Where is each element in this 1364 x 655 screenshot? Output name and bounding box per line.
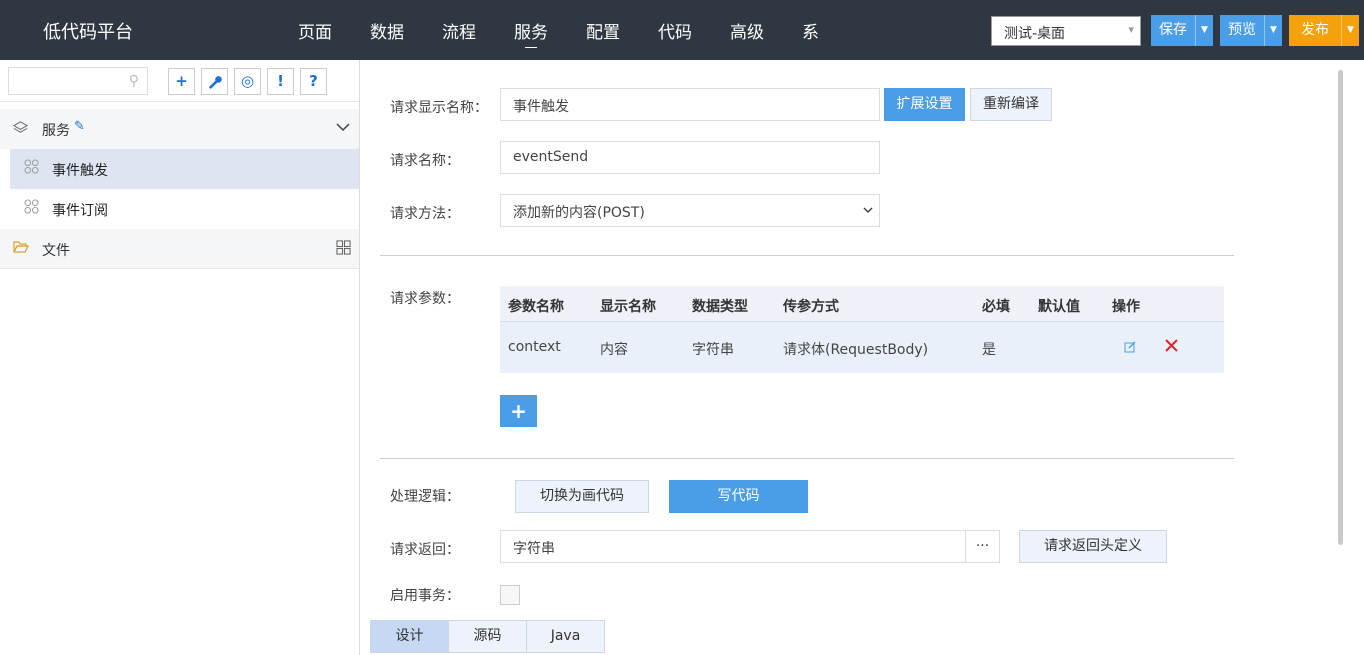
request-method-label: 请求方法： bbox=[390, 206, 460, 222]
nav-item-code[interactable]: 代码 bbox=[658, 18, 692, 43]
column-header: 操作 bbox=[1112, 299, 1140, 315]
column-header: 默认值 bbox=[1038, 299, 1080, 315]
save-dropdown-caret-icon[interactable]: ▼ bbox=[1195, 15, 1213, 46]
tab-source[interactable]: 源码 bbox=[448, 620, 527, 653]
sidebar-toolbar: ⚲ + ◎ ! ? bbox=[0, 60, 359, 102]
add-icon[interactable]: + bbox=[168, 68, 195, 95]
env-select[interactable]: 测试-桌面 ▾ bbox=[991, 16, 1141, 46]
param-name-cell: context bbox=[508, 339, 561, 355]
service-node-icon bbox=[24, 199, 39, 218]
divider bbox=[0, 268, 359, 269]
tab-java[interactable]: Java bbox=[526, 620, 605, 653]
add-param-button[interactable]: + bbox=[500, 395, 537, 427]
chevron-down-icon[interactable] bbox=[335, 119, 351, 139]
return-label: 请求返回： bbox=[390, 542, 460, 558]
column-header: 传参方式 bbox=[783, 299, 839, 315]
nav-item-service[interactable]: 服务 bbox=[514, 18, 548, 48]
top-bar: 低代码平台 页面 数据 流程 服务 配置 代码 高级系 测试-桌面 ▾ 保存 ▼ 预览 ▼ … bbox=[0, 0, 1364, 60]
publish-split-button: 发布 ▼ bbox=[1289, 15, 1359, 46]
recompile-button[interactable]: 重新编译 bbox=[970, 88, 1052, 121]
preview-button[interactable]: 预览 bbox=[1220, 15, 1264, 46]
request-method-select[interactable]: 添加新的内容(POST) bbox=[500, 194, 880, 227]
logic-label: 处理逻辑： bbox=[390, 489, 460, 505]
transaction-checkbox[interactable] bbox=[500, 585, 520, 605]
tree-group-service[interactable]: 服务 ✎ bbox=[0, 109, 359, 149]
save-button[interactable]: 保存 bbox=[1151, 15, 1195, 46]
search-icon: ⚲ bbox=[128, 73, 139, 89]
alert-icon[interactable]: ! bbox=[267, 68, 294, 95]
return-type-input[interactable]: 字符串 bbox=[500, 530, 966, 563]
publish-dropdown-caret-icon[interactable]: ▼ bbox=[1341, 15, 1359, 46]
help-icon[interactable]: ? bbox=[300, 68, 327, 95]
table-header: 参数名称 显示名称 数据类型 传参方式 必填 默认值 操作 bbox=[500, 286, 1224, 322]
column-header: 显示名称 bbox=[600, 299, 656, 315]
tree-group-label: 文件 bbox=[42, 243, 70, 259]
params-table: 参数名称 显示名称 数据类型 传参方式 必填 默认值 操作 context 内容… bbox=[500, 286, 1224, 373]
request-params-label: 请求参数： bbox=[390, 291, 460, 307]
tab-design[interactable]: 设计 bbox=[370, 620, 449, 653]
request-name-label: 请求名称： bbox=[390, 153, 460, 169]
sidebar: ⚲ + ◎ ! ? 服务 ✎ 事件触发 事件订阅 文件 bbox=[0, 60, 360, 655]
write-code-button[interactable]: 写代码 bbox=[669, 480, 808, 513]
param-required-cell: 是 bbox=[982, 342, 996, 358]
tree-item-label: 事件订阅 bbox=[52, 203, 108, 219]
nav-item-advanced[interactable]: 高级 bbox=[730, 18, 764, 43]
request-method-value: 添加新的内容(POST) bbox=[513, 205, 645, 221]
edit-icon[interactable] bbox=[1124, 341, 1136, 357]
editor-tabs: 设计 源码 Java bbox=[370, 620, 605, 653]
app-title: 低代码平台 bbox=[43, 22, 133, 43]
nav-item-pages[interactable]: 页面 bbox=[298, 18, 332, 43]
nav-item-config[interactable]: 配置 bbox=[586, 18, 620, 43]
tree-item-event-subscribe[interactable]: 事件订阅 bbox=[10, 189, 359, 229]
divider bbox=[380, 458, 1234, 459]
param-display-cell: 内容 bbox=[600, 342, 628, 358]
table-row: context 内容 字符串 请求体(RequestBody) 是 bbox=[500, 322, 1224, 373]
tree-item-label: 事件触发 bbox=[52, 163, 108, 179]
scrollbar[interactable] bbox=[1338, 70, 1343, 545]
grid-icon[interactable] bbox=[336, 240, 351, 259]
nav-item-system[interactable]: 系 bbox=[802, 18, 819, 43]
preview-split-button: 预览 ▼ bbox=[1220, 15, 1282, 46]
wrench-icon[interactable] bbox=[201, 68, 228, 95]
divider bbox=[380, 255, 1234, 256]
nav-item-flow[interactable]: 流程 bbox=[442, 18, 476, 43]
tree-group-label: 服务 bbox=[42, 123, 70, 139]
switch-draw-code-button[interactable]: 切换为画代码 bbox=[515, 480, 649, 513]
nav-item-data[interactable]: 数据 bbox=[370, 18, 404, 43]
sidebar-search-input[interactable]: ⚲ bbox=[8, 67, 148, 95]
save-split-button: 保存 ▼ bbox=[1151, 15, 1213, 46]
main-nav: 页面 数据 流程 服务 配置 代码 高级 系 bbox=[298, 18, 838, 48]
column-header: 数据类型 bbox=[692, 299, 748, 315]
param-type-cell: 字符串 bbox=[692, 342, 734, 358]
transaction-label: 启用事务： bbox=[390, 588, 460, 604]
pencil-icon[interactable]: ✎ bbox=[74, 119, 85, 134]
column-header: 参数名称 bbox=[508, 299, 564, 315]
chevron-down-icon: ▾ bbox=[1128, 23, 1134, 36]
request-name-input[interactable]: eventSend bbox=[500, 141, 880, 174]
env-select-value: 测试-桌面 bbox=[1004, 26, 1066, 42]
preview-dropdown-caret-icon[interactable]: ▼ bbox=[1264, 15, 1282, 46]
target-icon[interactable]: ◎ bbox=[234, 68, 261, 95]
folder-open-icon bbox=[13, 240, 29, 258]
extend-settings-button[interactable]: 扩展设置 bbox=[884, 88, 965, 121]
display-name-label: 请求显示名称： bbox=[390, 100, 488, 116]
return-more-button[interactable]: ··· bbox=[965, 530, 1000, 563]
display-name-input[interactable]: 事件触发 bbox=[500, 88, 880, 121]
param-mode-cell: 请求体(RequestBody) bbox=[783, 342, 929, 358]
column-header: 必填 bbox=[982, 299, 1010, 315]
chevron-down-icon bbox=[863, 203, 873, 219]
delete-icon[interactable] bbox=[1165, 339, 1178, 356]
tree-item-event-trigger[interactable]: 事件触发 bbox=[10, 149, 359, 189]
publish-button[interactable]: 发布 bbox=[1289, 15, 1341, 46]
tree-group-file[interactable]: 文件 bbox=[0, 229, 359, 269]
layers-icon bbox=[12, 120, 29, 139]
return-header-button[interactable]: 请求返回头定义 bbox=[1019, 530, 1167, 563]
service-node-icon bbox=[24, 159, 39, 178]
